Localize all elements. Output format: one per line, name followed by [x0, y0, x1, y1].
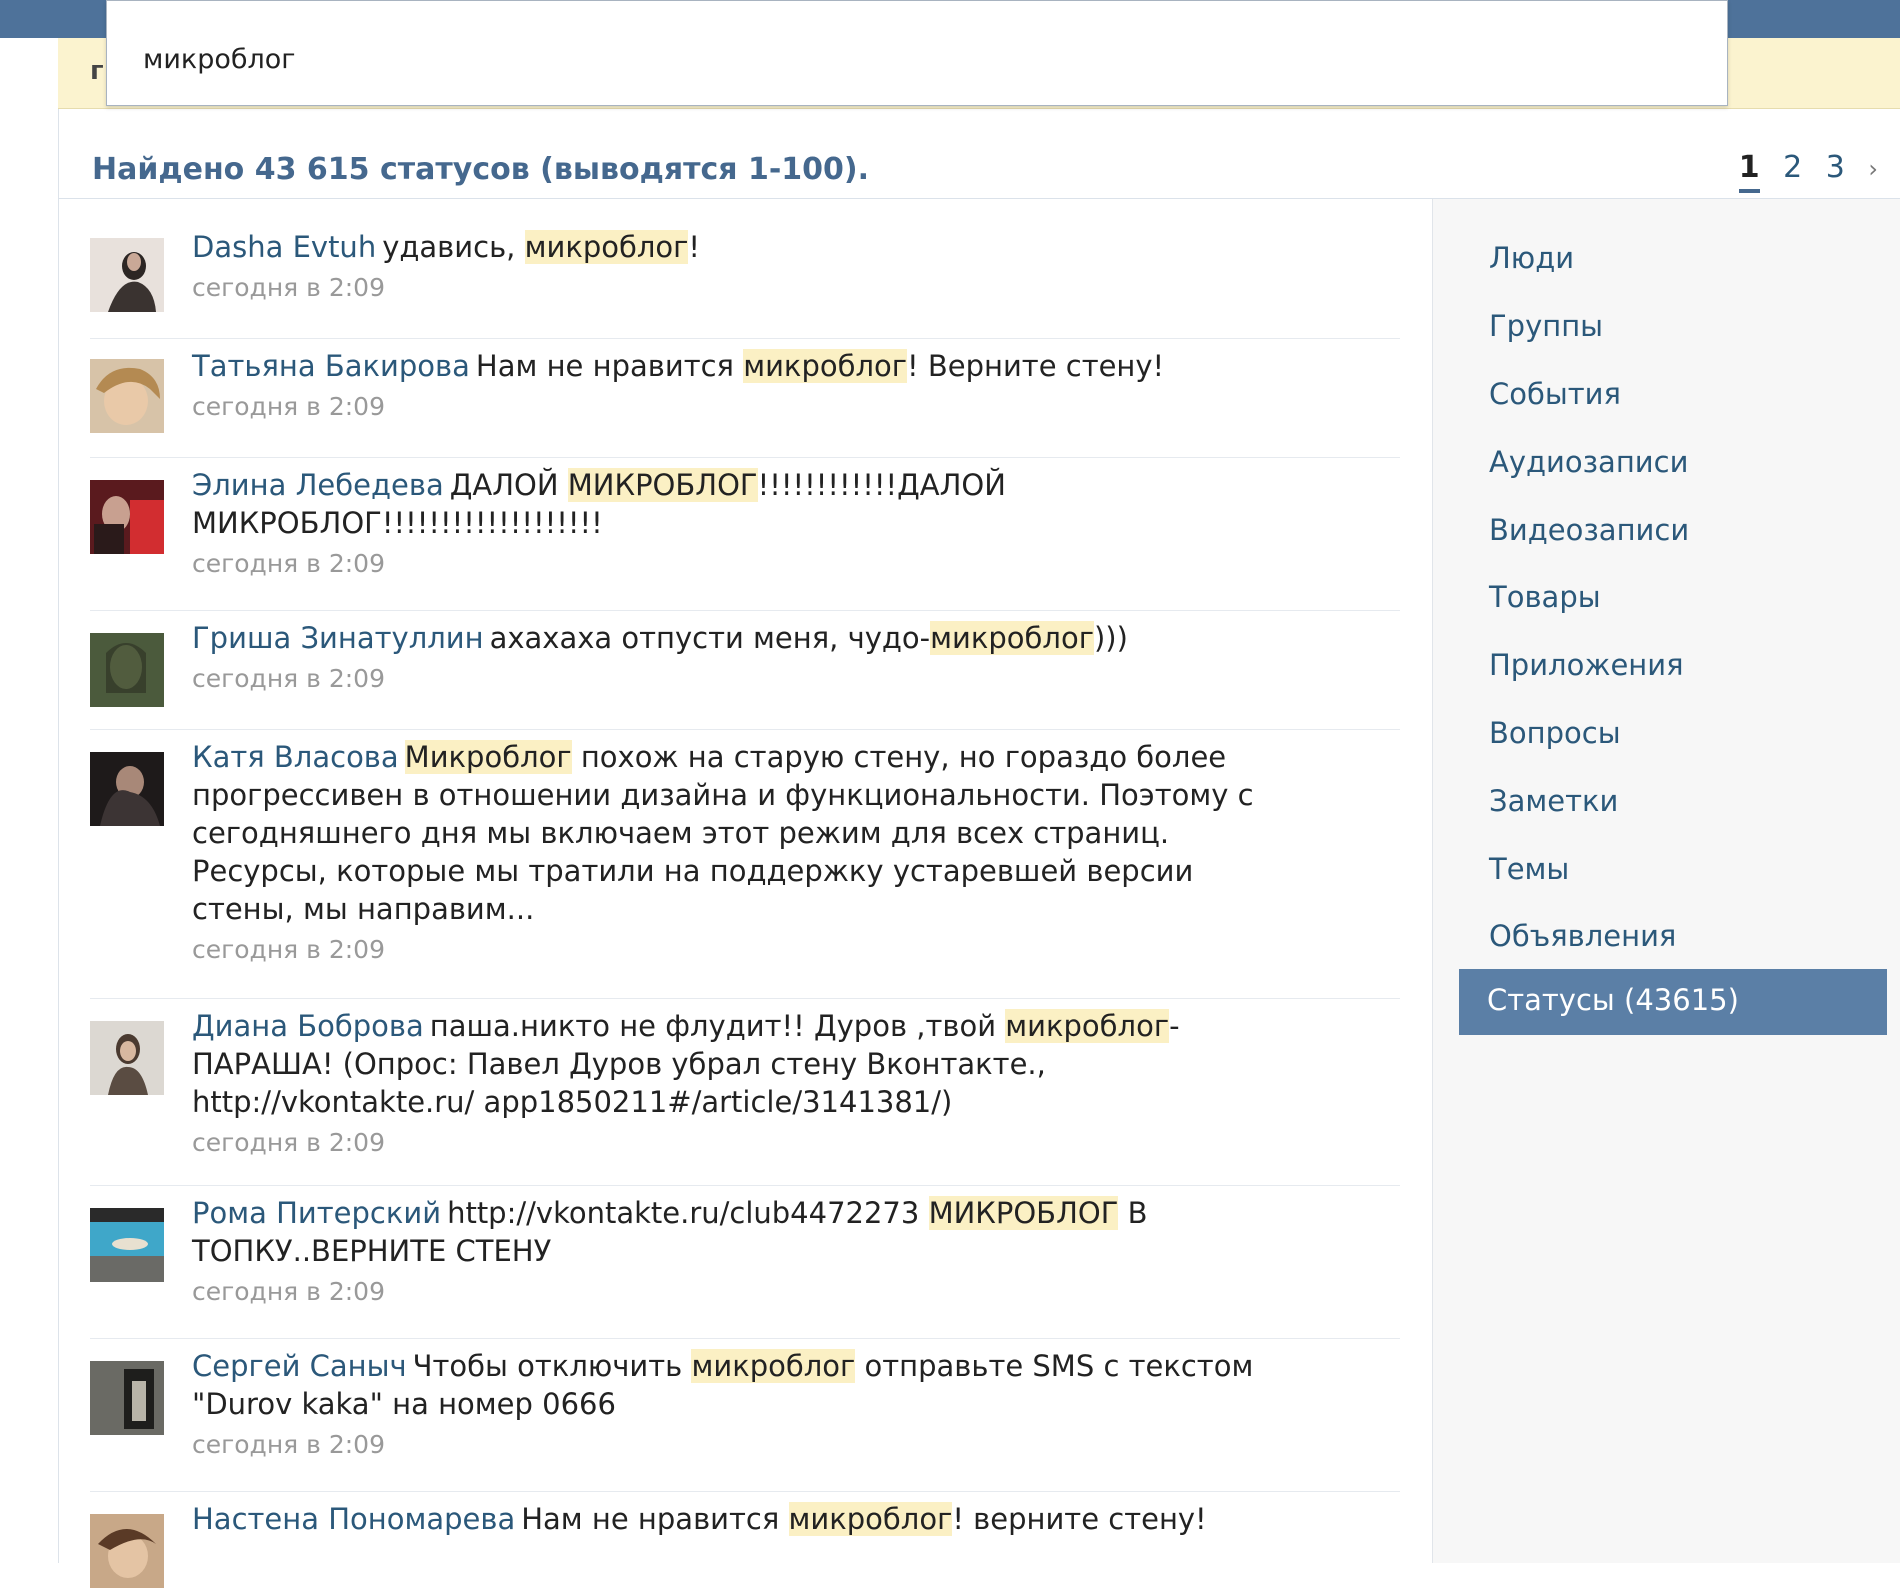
highlight: микроблог [524, 230, 689, 264]
search-bar-letter: г [90, 56, 104, 86]
timestamp[interactable]: сегодня в 2:09 [192, 1127, 1400, 1159]
highlight: МИКРОБЛОГ [928, 1196, 1119, 1230]
list-item: Катя Власова Микроблог похож на старую ст… [90, 730, 1400, 999]
highlight: микроблог [788, 1502, 953, 1536]
list-item: Элина Лебедева ДАЛОЙ МИКРОБЛОГ!!!!!!!!!!!… [90, 458, 1400, 611]
sidebar-item-audio[interactable]: Аудиозаписи [1489, 445, 1688, 479]
sidebar-item-notes[interactable]: Заметки [1489, 784, 1618, 818]
highlight: микроблог [1005, 1009, 1170, 1043]
status-text-part: ! верните стену! [952, 1502, 1207, 1536]
author-link[interactable]: Катя Власова [192, 740, 399, 774]
avatar[interactable] [90, 359, 164, 433]
timestamp[interactable]: сегодня в 2:09 [192, 663, 1400, 695]
status-text-part: ))) [1093, 621, 1128, 655]
author-link[interactable]: Сергей Саныч [192, 1349, 407, 1383]
sidebar-item-statuses[interactable]: Статусы (43615) [1459, 969, 1887, 1035]
highlight: микроблог [743, 349, 907, 383]
avatar[interactable] [90, 1361, 164, 1435]
summary-row: Найдено 43 615 статусов (выводятся 1-100… [58, 140, 1900, 199]
status-text: Гриша Зинатуллин ахахаха отпусти меня, чу… [192, 619, 1400, 657]
status-text-part: ДАЛОЙ [449, 468, 568, 502]
sidebar-item-ads[interactable]: Объявления [1489, 919, 1676, 953]
author-link[interactable]: Настена Пономарева [192, 1502, 515, 1536]
avatar[interactable] [90, 480, 164, 554]
search-box [106, 0, 1728, 106]
timestamp[interactable]: сегодня в 2:09 [192, 1276, 1400, 1308]
page-link[interactable]: 2 [1783, 150, 1802, 185]
search-sidebar: Люди Группы События Аудиозаписи Видеозап… [1432, 199, 1900, 1563]
avatar[interactable] [90, 1514, 164, 1588]
timestamp[interactable]: сегодня в 2:09 [192, 391, 1400, 423]
sidebar-item-apps[interactable]: Приложения [1489, 648, 1684, 682]
status-text: Сергей Саныч Чтобы отключить микроблог от… [192, 1347, 1312, 1423]
status-text-part: Нам не нравится [521, 1502, 789, 1536]
highlight: микроблог [691, 1349, 856, 1383]
status-text: Элина Лебедева ДАЛОЙ МИКРОБЛОГ!!!!!!!!!!!… [192, 466, 1072, 542]
status-text: Диана Боброва паша.никто не флудит!! Дуро… [192, 1007, 1302, 1121]
sidebar-item-events[interactable]: События [1489, 377, 1621, 411]
status-text: Катя Власова Микроблог похож на старую ст… [192, 738, 1302, 928]
page-link[interactable]: 3 [1826, 150, 1845, 185]
results-summary: Найдено 43 615 статусов (выводятся 1-100… [92, 152, 870, 187]
status-text-part: Нам не нравится [475, 349, 744, 383]
status-text: Dasha Evtuh удавись, микроблог! [192, 228, 1400, 266]
status-text-part: паша.никто не флудит!! Дуров ,твой [429, 1009, 1006, 1043]
status-text-part: ! Верните стену! [907, 349, 1165, 383]
timestamp[interactable]: сегодня в 2:09 [192, 1429, 1400, 1461]
sidebar-item-topics[interactable]: Темы [1489, 852, 1569, 886]
status-text: Рома Питерский http://vkontakte.ru/club44… [192, 1194, 1152, 1270]
highlight: микроблог [930, 621, 1094, 655]
status-text: Татьяна Бакирова Нам не нравится микробло… [192, 347, 1400, 385]
highlight: МИКРОБЛОГ [567, 468, 758, 502]
highlight: Микроблог [404, 740, 572, 774]
avatar[interactable] [90, 633, 164, 707]
list-item: Гриша Зинатуллин ахахаха отпусти меня, чу… [90, 611, 1400, 730]
sidebar-item-video[interactable]: Видеозаписи [1489, 513, 1689, 547]
status-text-part: удавись, [382, 230, 525, 264]
status-text-part: http://vkontakte.ru/club4472273 [447, 1196, 929, 1230]
status-text-part: ! [688, 230, 701, 264]
sidebar-item-label: Статусы (43615) [1487, 983, 1739, 1017]
results-list: Dasha Evtuh удавись, микроблог! сегодня в… [90, 228, 1400, 1588]
author-link[interactable]: Гриша Зинатуллин [192, 621, 484, 655]
pagination: 1 2 3 › [1725, 150, 1878, 193]
sidebar-item-goods[interactable]: Товары [1489, 580, 1601, 614]
avatar[interactable] [90, 752, 164, 826]
list-item: Диана Боброва паша.никто не флудит!! Дуро… [90, 999, 1400, 1186]
search-input[interactable] [143, 41, 1043, 77]
author-link[interactable]: Рома Питерский [192, 1196, 441, 1230]
avatar[interactable] [90, 1021, 164, 1095]
timestamp[interactable]: сегодня в 2:09 [192, 548, 1400, 580]
status-text-part: ахахаха отпусти меня, чудо- [489, 621, 931, 655]
list-item: Татьяна Бакирова Нам не нравится микробло… [90, 339, 1400, 458]
sidebar-item-people[interactable]: Люди [1489, 241, 1574, 275]
status-text: Настена Пономарева Нам не нравится микроб… [192, 1500, 1400, 1538]
sidebar-item-questions[interactable]: Вопросы [1489, 716, 1621, 750]
list-item: Настена Пономарева Нам не нравится микроб… [90, 1492, 1400, 1588]
avatar[interactable] [90, 1208, 164, 1282]
sidebar-item-groups[interactable]: Группы [1489, 309, 1603, 343]
list-item: Рома Питерский http://vkontakte.ru/club44… [90, 1186, 1400, 1339]
timestamp[interactable]: сегодня в 2:09 [192, 272, 1400, 304]
author-link[interactable]: Диана Боброва [192, 1009, 424, 1043]
status-text-part: Чтобы отключить [412, 1349, 692, 1383]
author-link[interactable]: Элина Лебедева [192, 468, 444, 502]
page-current[interactable]: 1 [1738, 150, 1760, 193]
timestamp[interactable]: сегодня в 2:09 [192, 934, 1400, 966]
next-page-icon[interactable]: › [1868, 155, 1878, 183]
list-item: Dasha Evtuh удавись, микроблог! сегодня в… [90, 228, 1400, 339]
author-link[interactable]: Dasha Evtuh [192, 230, 376, 264]
list-item: Сергей Саныч Чтобы отключить микроблог от… [90, 1339, 1400, 1492]
author-link[interactable]: Татьяна Бакирова [192, 349, 470, 383]
avatar[interactable] [90, 238, 164, 312]
